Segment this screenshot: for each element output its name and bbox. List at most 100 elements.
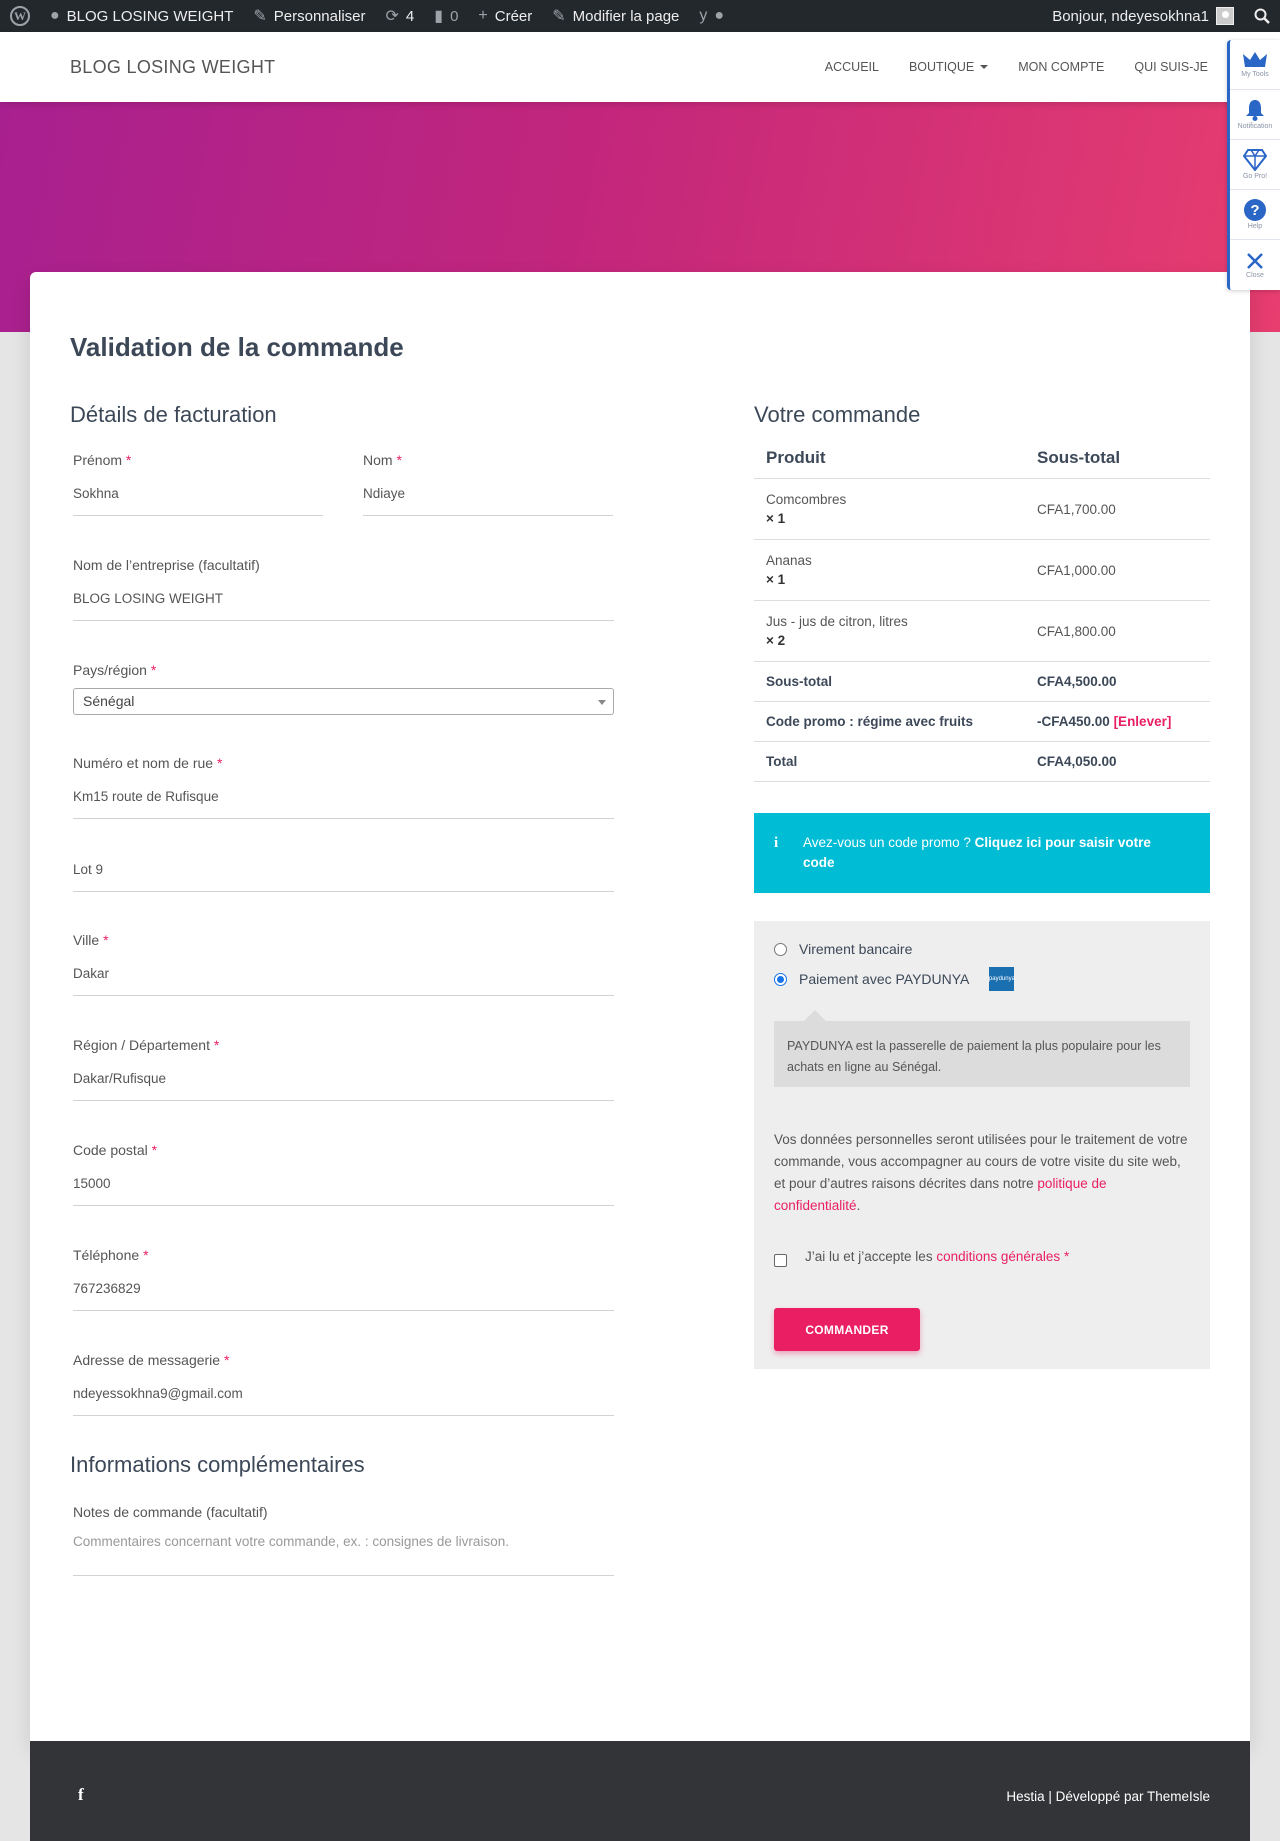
phone-field: Téléphone * 767236829 — [73, 1247, 614, 1311]
close-icon — [1247, 252, 1263, 269]
order-heading: Votre commande — [754, 402, 921, 427]
product-total: CFA1,000.00 — [1025, 539, 1210, 601]
site-name-link[interactable]: ● BLOG LOSING WEIGHT — [40, 0, 243, 32]
tool-label: My Tools — [1241, 71, 1269, 78]
table-row: Ananas × 1 CFA1,000.00 — [754, 539, 1210, 601]
total-label: Total — [754, 741, 1025, 782]
privacy-end: . — [856, 1198, 861, 1213]
place-order-button[interactable]: COMMANDER — [774, 1308, 920, 1351]
nav-item-boutique[interactable]: BOUTIQUE — [908, 60, 989, 74]
new-content-link[interactable]: + Créer — [468, 0, 542, 32]
subtotal-value: CFA4,500.00 — [1025, 661, 1210, 702]
street-label: Numéro et nom de rue * — [73, 755, 614, 771]
notification-button[interactable]: Notification — [1230, 90, 1280, 140]
postcode-input[interactable]: 15000 — [73, 1176, 614, 1206]
my-tools-button[interactable]: My Tools — [1230, 40, 1280, 90]
help-button[interactable]: ? Help — [1230, 190, 1280, 240]
coupon-notice-text: Avez-vous un code promo ? — [803, 835, 971, 850]
street-input[interactable]: Km15 route de Rufisque — [73, 789, 614, 819]
first-name-field: Prénom * Sokhna — [73, 452, 323, 516]
tool-label: Notification — [1237, 123, 1273, 130]
nav-label: ACCUEIL — [824, 60, 879, 74]
go-pro-button[interactable]: Go Pro! — [1230, 140, 1280, 190]
wordpress-menu[interactable]: W — [0, 0, 40, 32]
yoast-seo-menu[interactable]: y ● — [689, 0, 734, 32]
postcode-label: Code postal * — [73, 1142, 614, 1158]
first-name-input[interactable]: Sokhna — [73, 486, 323, 516]
last-name-field: Nom * Ndiaye — [363, 452, 613, 516]
email-label: Adresse de messagerie * — [73, 1352, 614, 1368]
dashboard-icon: ● — [50, 7, 60, 24]
required-mark: * — [213, 1037, 220, 1053]
comments-count: 0 — [450, 7, 459, 25]
product-qty: × 1 — [766, 511, 786, 526]
phone-input[interactable]: 767236829 — [73, 1281, 614, 1311]
last-name-input[interactable]: Ndiaye — [363, 486, 613, 516]
email-field: Adresse de messagerie * ndeyessokhna9@gm… — [73, 1352, 614, 1416]
street-field: Numéro et nom de rue * Km15 route de Ruf… — [73, 755, 614, 819]
edit-page-label: Modifier la page — [572, 7, 680, 25]
svg-text:?: ? — [1250, 202, 1259, 219]
nav-item-mon-compte[interactable]: MON COMPTE — [1018, 60, 1104, 74]
nav-label: QUI SUIS-JE — [1134, 60, 1208, 74]
help-icon: ? — [1244, 199, 1266, 221]
author-link[interactable]: ThemeIsle — [1147, 1789, 1210, 1804]
search-icon — [1254, 8, 1270, 24]
label-text: Téléphone — [73, 1247, 140, 1263]
first-name-label: Prénom * — [73, 452, 323, 468]
street2-input[interactable]: Lot 9 — [73, 862, 614, 892]
country-field: Pays/région * Sénégal — [73, 662, 614, 715]
coupon-cell: -CFA450.00 [Enlever] — [1025, 701, 1210, 742]
label-text: Nom — [363, 452, 393, 468]
facebook-icon[interactable]: f — [78, 1785, 84, 1805]
terms-link[interactable]: conditions générales — [936, 1249, 1060, 1264]
bank-transfer-radio[interactable] — [774, 942, 787, 956]
required-mark: * — [103, 932, 109, 948]
site-brand[interactable]: BLOG LOSING WEIGHT — [70, 57, 275, 78]
product-qty: × 2 — [766, 633, 786, 648]
main-nav: ACCUEIL BOUTIQUE MON COMPTE QUI SUIS-JE — [825, 32, 1208, 102]
nav-item-qui-suis-je[interactable]: QUI SUIS-JE — [1134, 60, 1208, 74]
paydunya-radio[interactable] — [774, 972, 787, 986]
paydunya-label: Paiement avec PAYDUNYA — [799, 971, 970, 987]
payment-description: PAYDUNYA est la passerelle de paiement l… — [774, 1010, 1190, 1087]
order-notes-label: Notes de commande (facultatif) — [73, 1504, 268, 1520]
required-mark: * — [1063, 1249, 1070, 1264]
nav-label: BOUTIQUE — [908, 60, 975, 74]
required-mark: * — [143, 1247, 149, 1263]
admin-search-button[interactable] — [1244, 0, 1280, 32]
coupon-notice: i Avez-vous un code promo ? Cliquez ici … — [754, 813, 1210, 893]
required-mark: * — [151, 1142, 158, 1158]
company-input[interactable]: BLOG LOSING WEIGHT — [73, 591, 614, 621]
theme-link[interactable]: Hestia — [1006, 1789, 1044, 1804]
my-account-menu[interactable]: Bonjour, ndeyesokhna1 — [1042, 0, 1244, 32]
nav-item-accueil[interactable]: ACCUEIL — [825, 60, 879, 74]
country-select[interactable]: Sénégal — [73, 688, 614, 715]
terms-checkbox[interactable] — [774, 1254, 787, 1267]
tool-label: Go Pro! — [1242, 173, 1268, 180]
tool-label: Help — [1247, 223, 1263, 230]
payment-method-paydunya[interactable]: Paiement avec PAYDUNYA paydunya — [774, 967, 1015, 991]
required-mark: * — [396, 452, 402, 468]
edit-page-link[interactable]: ✎ Modifier la page — [542, 0, 689, 32]
state-input[interactable]: Dakar/Rufisque — [73, 1071, 614, 1101]
label-text: Code postal — [73, 1142, 148, 1158]
city-input[interactable]: Dakar — [73, 966, 614, 996]
remove-coupon-link[interactable]: [Enlever] — [1114, 714, 1172, 729]
city-label: Ville * — [73, 932, 614, 948]
state-label: Région / Département * — [73, 1037, 614, 1053]
customize-link[interactable]: ✎ Personnaliser — [243, 0, 375, 32]
label-text: Numéro et nom de rue — [73, 755, 214, 771]
total-row: Total CFA4,050.00 — [754, 741, 1210, 782]
updates-link[interactable]: ⟳ 4 — [376, 0, 425, 32]
order-table: Produit Sous-total Comcombres × 1 CFA1,70… — [754, 432, 1210, 782]
plus-icon: + — [478, 7, 488, 24]
order-notes-textarea[interactable]: Commentaires concernant votre commande, … — [73, 1534, 614, 1576]
wordpress-logo-icon: W — [10, 6, 30, 26]
comments-link[interactable]: ▮ 0 — [424, 0, 468, 32]
yoast-icon: y — [699, 7, 708, 24]
email-input[interactable]: ndeyessokhna9@gmail.com — [73, 1386, 614, 1416]
payment-method-bank[interactable]: Virement bancaire — [774, 941, 912, 957]
close-tools-button[interactable]: Close — [1230, 240, 1280, 290]
caret-down-icon — [980, 65, 989, 69]
